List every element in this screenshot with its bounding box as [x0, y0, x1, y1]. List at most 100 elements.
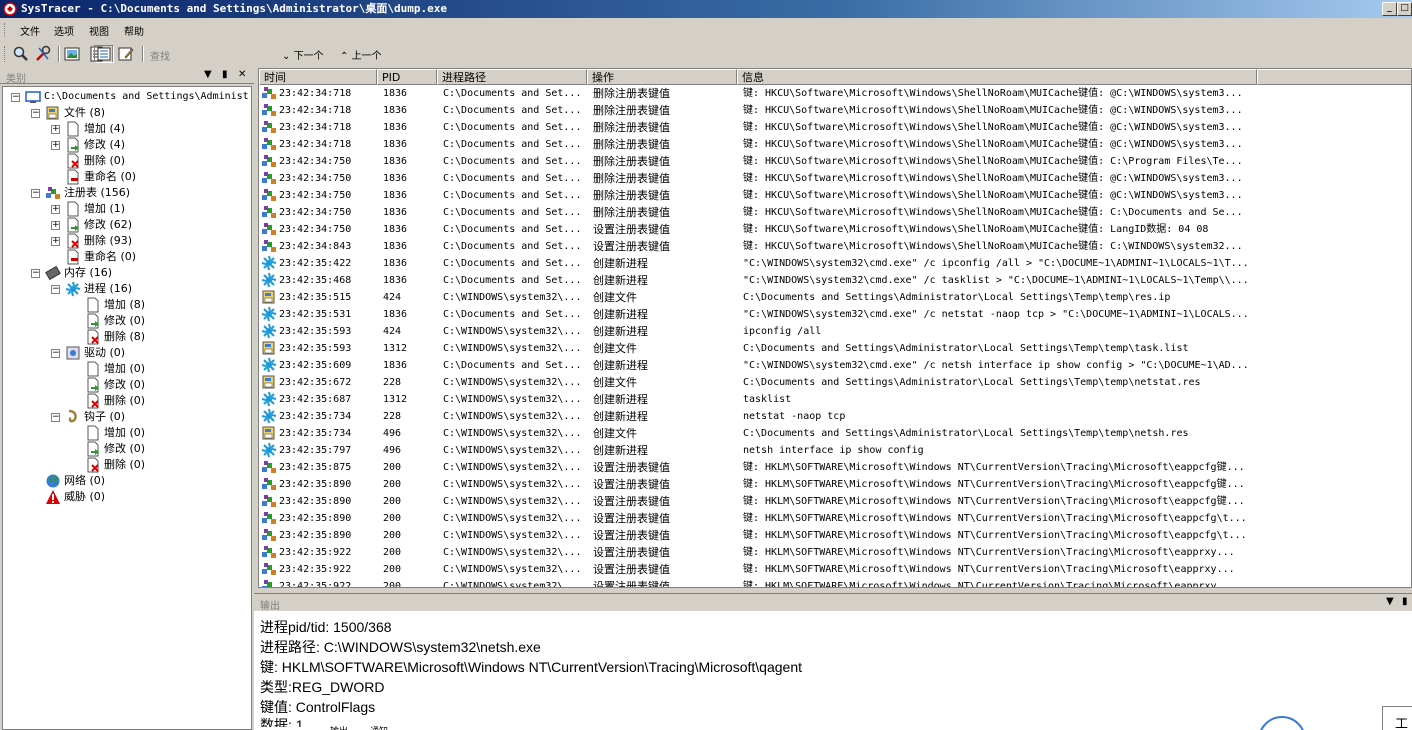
column-time[interactable]: 时间	[259, 69, 377, 85]
tree-expander[interactable]: −	[51, 413, 60, 422]
table-row[interactable]: 23:42:34:750 1836 C:\Documents and Set... 设…	[259, 221, 1411, 238]
cell-operation: 删除注册表键值	[593, 155, 670, 168]
cell-info: 键: HKCU\Software\Microsoft\Windows\Shell…	[743, 122, 1243, 133]
menu-file[interactable]: 文件	[20, 23, 40, 38]
tree-expander[interactable]: +	[51, 205, 60, 214]
column-process-path[interactable]: 进程路径	[437, 69, 587, 85]
column-info[interactable]: 信息	[737, 69, 1257, 85]
table-row[interactable]: 23:42:35:922 200 C:\WINDOWS\system32\... 设置…	[259, 578, 1411, 588]
table-row[interactable]: 23:42:35:515 424 C:\WINDOWS\system32\... 创建…	[259, 289, 1411, 306]
table-row[interactable]: 23:42:35:922 200 C:\WINDOWS\system32\... 设置…	[259, 544, 1411, 561]
tree-expander[interactable]: −	[31, 109, 40, 118]
category-tree[interactable]: − C:\Documents and Settings\Administ − 文件 (…	[2, 86, 252, 730]
menu-options[interactable]: 选项	[54, 23, 74, 38]
tree-expander[interactable]: +	[51, 125, 60, 134]
find-next-button[interactable]: ⌄ 下一个	[282, 47, 324, 62]
find-prev-button[interactable]: ⌃ 上一个	[340, 47, 382, 62]
table-row[interactable]: 23:42:34:843 1836 C:\Documents and Set... 设…	[259, 238, 1411, 255]
table-row[interactable]: 23:42:34:718 1836 C:\Documents and Set... 删…	[259, 102, 1411, 119]
table-row[interactable]: 23:42:35:890 200 C:\WINDOWS\system32\... 设置…	[259, 510, 1411, 527]
snapshot-button[interactable]	[63, 45, 83, 63]
menu-help[interactable]: 帮助	[124, 23, 144, 38]
document-modify-icon	[87, 441, 99, 457]
cell-pid: 496	[383, 445, 402, 456]
table-row[interactable]: 23:42:34:718 1836 C:\Documents and Set... 删…	[259, 119, 1411, 136]
column-pid[interactable]: PID	[377, 69, 437, 85]
tree-node-label: 删除 (0)	[84, 154, 126, 167]
table-row[interactable]: 23:42:35:468 1836 C:\Documents and Set... 创…	[259, 272, 1411, 289]
cell-time: 23:42:35:890	[279, 530, 352, 541]
table-row[interactable]: 23:42:35:593 1312 C:\WINDOWS\system32\... 创…	[259, 340, 1411, 357]
table-row[interactable]: 23:42:35:890 200 C:\WINDOWS\system32\... 设置…	[259, 476, 1411, 493]
tab-notify[interactable]: 通知	[370, 724, 388, 730]
tool-popup[interactable]: 工具	[1382, 706, 1412, 730]
cell-operation: 删除注册表键值	[593, 172, 670, 185]
cell-process-path: C:\Documents and Set...	[443, 88, 582, 99]
tree-expander[interactable]: −	[11, 93, 20, 102]
file-folder-icon	[46, 106, 59, 120]
table-row[interactable]: 23:42:35:593 424 C:\WINDOWS\system32\... 创建…	[259, 323, 1411, 340]
tree-expander[interactable]: +	[51, 141, 60, 150]
tree-expander[interactable]: −	[31, 269, 40, 278]
output-pane-header: 输出 ▼ ▮	[254, 593, 1412, 612]
table-row[interactable]: 23:42:35:672 228 C:\WINDOWS\system32\... 创建…	[259, 374, 1411, 391]
document-modify-icon	[65, 217, 81, 233]
pane-menu-button[interactable]: ▼	[204, 69, 212, 80]
maximize-button[interactable]: □	[1397, 2, 1412, 16]
list-view-button[interactable]	[94, 45, 114, 63]
tree-expander[interactable]: +	[51, 237, 60, 246]
tree-expander[interactable]: +	[51, 221, 60, 230]
tree-expander[interactable]: −	[51, 285, 60, 294]
document-icon	[65, 201, 81, 217]
cell-pid: 200	[383, 581, 402, 588]
cell-info: C:\Documents and Settings\Administrator\…	[743, 343, 1189, 354]
cell-info: ipconfig /all	[743, 326, 822, 337]
table-row[interactable]: 23:42:34:718 1836 C:\Documents and Set... 删…	[259, 136, 1411, 153]
magnifier-icon	[13, 46, 28, 61]
cell-process-path: C:\Documents and Set...	[443, 258, 582, 269]
table-row[interactable]: 23:42:35:687 1312 C:\WINDOWS\system32\... 创…	[259, 391, 1411, 408]
scan-button[interactable]	[12, 45, 32, 63]
table-row[interactable]: 23:42:35:922 200 C:\WINDOWS\system32\... 设置…	[259, 561, 1411, 578]
process-icon	[261, 306, 277, 322]
pane-close-button[interactable]: ✕	[238, 69, 246, 80]
minimize-button[interactable]: _	[1382, 2, 1397, 16]
file-folder-icon	[262, 375, 275, 389]
tab-output[interactable]: 输出	[330, 724, 348, 730]
table-row[interactable]: 23:42:35:890 200 C:\WINDOWS\system32\... 设置…	[259, 527, 1411, 544]
document-modify-icon	[85, 441, 101, 457]
find-input[interactable]	[176, 46, 272, 62]
document-delete-icon	[85, 457, 101, 473]
table-row[interactable]: 23:42:35:609 1836 C:\Documents and Set... 创…	[259, 357, 1411, 374]
table-row[interactable]: 23:42:35:422 1836 C:\Documents and Set... 创…	[259, 255, 1411, 272]
output-menu-button[interactable]: ▼	[1386, 596, 1394, 607]
table-row[interactable]: 23:42:35:734 496 C:\WINDOWS\system32\... 创建…	[259, 425, 1411, 442]
table-row[interactable]: 23:42:34:750 1836 C:\Documents and Set... 删…	[259, 170, 1411, 187]
registry-icon	[261, 136, 277, 152]
table-row[interactable]: 23:42:34:750 1836 C:\Documents and Set... 删…	[259, 187, 1411, 204]
table-row[interactable]: 23:42:34:750 1836 C:\Documents and Set... 删…	[259, 204, 1411, 221]
compare-button[interactable]	[34, 45, 54, 63]
menu-view[interactable]: 视图	[89, 23, 109, 38]
document-icon	[65, 121, 81, 137]
table-row[interactable]: 23:42:35:890 200 C:\WINDOWS\system32\... 设置…	[259, 493, 1411, 510]
registry-icon	[262, 172, 276, 184]
document-modify-icon	[87, 377, 99, 393]
cell-operation: 创建文件	[593, 291, 637, 304]
tree-expander[interactable]: −	[51, 349, 60, 358]
document-modify-icon	[85, 377, 101, 393]
table-row[interactable]: 23:42:35:734 228 C:\WINDOWS\system32\... 创建…	[259, 408, 1411, 425]
toolbar-grip[interactable]	[4, 46, 7, 62]
tree-expander[interactable]: −	[31, 189, 40, 198]
event-list[interactable]: 时间 PID 进程路径 操作 信息 23:42:34:718 1836 C:\Doc…	[258, 68, 1412, 588]
table-row[interactable]: 23:42:35:797 496 C:\WINDOWS\system32\... 创建…	[259, 442, 1411, 459]
pin-icon[interactable]: ▮	[222, 69, 228, 80]
table-row[interactable]: 23:42:35:531 1836 C:\Documents and Set... 创…	[259, 306, 1411, 323]
edit-view-button[interactable]	[117, 45, 137, 63]
menubar-grip[interactable]	[4, 23, 7, 37]
output-pin-icon[interactable]: ▮	[1402, 596, 1408, 607]
table-row[interactable]: 23:42:34:718 1836 C:\Documents and Set... 删…	[259, 85, 1411, 102]
table-row[interactable]: 23:42:35:875 200 C:\WINDOWS\system32\... 设置…	[259, 459, 1411, 476]
table-row[interactable]: 23:42:34:750 1836 C:\Documents and Set... 删…	[259, 153, 1411, 170]
column-operation[interactable]: 操作	[587, 69, 737, 85]
